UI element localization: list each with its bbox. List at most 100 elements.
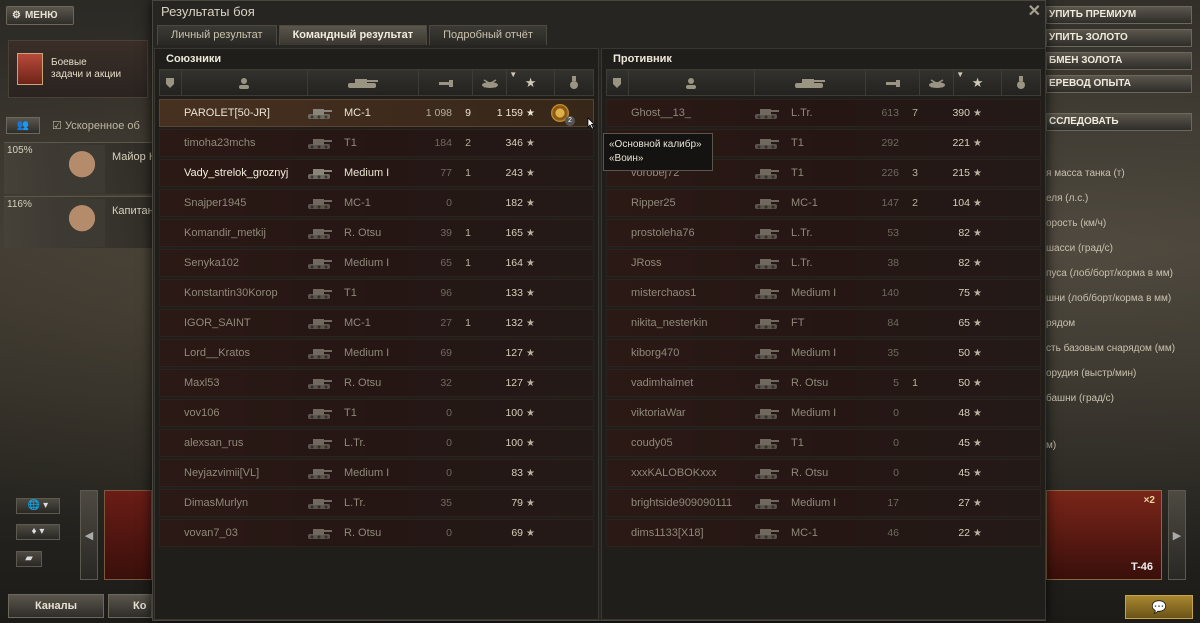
- player-name[interactable]: JRoss: [607, 257, 747, 269]
- table-row[interactable]: dims1133[X18] MC-1 46 22 ★: [606, 519, 1041, 547]
- damage-column-header[interactable]: [866, 70, 921, 95]
- table-row[interactable]: Snajper1945 MC-1 0 182 ★: [159, 189, 594, 217]
- table-row[interactable]: Komandir_metkij R. Otsu 39 1 165 ★: [159, 219, 594, 247]
- table-row[interactable]: IGOR_SAINT MC-1 27 1 132 ★: [159, 309, 594, 337]
- accelerated-training-checkbox[interactable]: ☑ Ускоренное об: [52, 119, 140, 132]
- table-row[interactable]: coudy05 T1 0 45 ★: [606, 429, 1041, 457]
- player-name[interactable]: IGOR_SAINT: [160, 317, 300, 329]
- table-row[interactable]: Neyjazvimii[VL] Medium I 0 83 ★: [159, 459, 594, 487]
- player-name[interactable]: Komandir_metkij: [160, 227, 300, 239]
- tab-detailed-report[interactable]: Подробный отчёт: [429, 25, 547, 45]
- channels-button[interactable]: Каналы: [8, 594, 104, 618]
- filter-toggle-button[interactable]: ▰: [16, 551, 42, 567]
- tank-name: MC-1: [791, 197, 818, 209]
- player-name[interactable]: vov106: [160, 407, 300, 419]
- player-name[interactable]: vovan7_03: [160, 527, 300, 539]
- player-name[interactable]: misterchaos1: [607, 287, 747, 299]
- table-row[interactable]: vadimhalmet R. Otsu 5 1 50 ★: [606, 369, 1041, 397]
- crew-member-card[interactable]: 105% Майор К: [4, 142, 155, 194]
- xp-column-header[interactable]: ▼ ★: [954, 70, 1003, 95]
- table-row[interactable]: Vady_strelok_groznyj Medium I 77 1 243 ★: [159, 159, 594, 187]
- squad-column-header[interactable]: [160, 70, 182, 95]
- tank-column-header[interactable]: [308, 70, 420, 95]
- player-name[interactable]: vadimhalmet: [607, 377, 747, 389]
- type-filter-dropdown[interactable]: ♦ ▾: [16, 524, 60, 540]
- medals-cell[interactable]: 2: [540, 104, 580, 126]
- squad-column-header[interactable]: [607, 70, 629, 95]
- xp-star-icon: ★: [973, 257, 982, 269]
- player-name[interactable]: Ghost__13_: [607, 107, 747, 119]
- medals-column-header[interactable]: [555, 70, 593, 95]
- player-name[interactable]: Ripper25: [607, 197, 747, 209]
- table-row[interactable]: nikita_nesterkin FT 84 65 ★: [606, 309, 1041, 337]
- tank-column-header[interactable]: [755, 70, 867, 95]
- player-name[interactable]: PAROLET[50-JR]: [160, 107, 300, 119]
- globe-filter-dropdown[interactable]: 🌐 ▾: [16, 498, 60, 514]
- kills-column-header[interactable]: [920, 70, 955, 95]
- table-row[interactable]: prostoleha76 L.Tr. 53 82 ★: [606, 219, 1041, 247]
- player-name[interactable]: nikita_nesterkin: [607, 317, 747, 329]
- table-row[interactable]: alexsan_rus L.Tr. 0 100 ★: [159, 429, 594, 457]
- table-row[interactable]: kiborg470 Medium I 35 50 ★: [606, 339, 1041, 367]
- tab-personal-result[interactable]: Личный результат: [157, 25, 277, 45]
- contacts-button[interactable]: Ко: [108, 594, 152, 618]
- chat-button[interactable]: 💬: [1125, 595, 1193, 619]
- player-name[interactable]: DimasMurlyn: [160, 497, 300, 509]
- table-row[interactable]: Ripper25 MC-1 147 2 104 ★: [606, 189, 1041, 217]
- table-row[interactable]: viktoriaWar Medium I 0 48 ★: [606, 399, 1041, 427]
- player-name[interactable]: Maxl53: [160, 377, 300, 389]
- player-column-header[interactable]: [629, 70, 755, 95]
- carousel-next-arrow-icon[interactable]: ▶: [1168, 490, 1186, 580]
- table-row[interactable]: Maxl53 R. Otsu 32 127 ★: [159, 369, 594, 397]
- player-name[interactable]: Vady_strelok_groznyj: [160, 167, 300, 179]
- medal-icon[interactable]: 2: [551, 104, 575, 126]
- table-row[interactable]: vov106 T1 0 100 ★: [159, 399, 594, 427]
- player-name[interactable]: dims1133[X18]: [607, 527, 747, 539]
- tank-name: Medium I: [344, 347, 390, 359]
- table-row[interactable]: vovan7_03 R. Otsu 0 69 ★: [159, 519, 594, 547]
- table-row[interactable]: Konstantin30Korop T1 96 133 ★: [159, 279, 594, 307]
- exchange-gold-button[interactable]: БМЕН ЗОЛОТА: [1046, 52, 1192, 70]
- table-row[interactable]: brightside909090111 Medium I 17 27 ★: [606, 489, 1041, 517]
- carousel-tank-card-t46[interactable]: ×2 T-46: [1046, 490, 1162, 580]
- crew-member-card[interactable]: 116% Капитан: [4, 196, 154, 248]
- player-name[interactable]: xxxKALOBOKxxx: [607, 467, 747, 479]
- tab-team-result[interactable]: Командный результат: [278, 25, 428, 45]
- player-name[interactable]: Senyka102: [160, 257, 300, 269]
- table-row[interactable]: xxxKALOBOKxxx R. Otsu 0 45 ★: [606, 459, 1041, 487]
- player-name[interactable]: Neyjazvimii[VL]: [160, 467, 300, 479]
- buy-premium-button[interactable]: УПИТЬ ПРЕМИУМ: [1046, 6, 1192, 24]
- player-name[interactable]: prostoleha76: [607, 227, 747, 239]
- damage-column-header[interactable]: [419, 70, 474, 95]
- player-name[interactable]: kiborg470: [607, 347, 747, 359]
- research-button[interactable]: ССЛЕДОВАТЬ: [1046, 113, 1192, 131]
- player-name[interactable]: brightside909090111: [607, 497, 747, 509]
- carousel-tank-card[interactable]: [104, 490, 152, 580]
- convert-xp-button[interactable]: ЕРЕВОД ОПЫТА: [1046, 75, 1192, 93]
- carousel-prev-arrow-icon[interactable]: ◀: [80, 490, 98, 580]
- crew-toggle-button[interactable]: 👥: [6, 117, 40, 134]
- table-row[interactable]: PAROLET[50-JR] MC-1 1 098 9 1 159 ★ 2: [159, 99, 594, 127]
- player-name[interactable]: viktoriaWar: [607, 407, 747, 419]
- player-name[interactable]: alexsan_rus: [160, 437, 300, 449]
- xp-column-header[interactable]: ▼ ★: [507, 70, 556, 95]
- player-name[interactable]: Konstantin30Korop: [160, 287, 300, 299]
- table-row[interactable]: JRoss L.Tr. 38 82 ★: [606, 249, 1041, 277]
- table-row[interactable]: Ghost__13_ L.Tr. 613 7 390 ★: [606, 99, 1041, 127]
- table-row[interactable]: Lord__Kratos Medium I 69 127 ★: [159, 339, 594, 367]
- player-name[interactable]: Snajper1945: [160, 197, 300, 209]
- player-column-header[interactable]: [182, 70, 308, 95]
- player-name[interactable]: timoha23mchs: [160, 137, 300, 149]
- missions-button[interactable]: Боевые задачи и акции: [8, 40, 148, 98]
- table-row[interactable]: timoha23mchs T1 184 2 346 ★: [159, 129, 594, 157]
- kills-column-header[interactable]: [473, 70, 508, 95]
- menu-button[interactable]: ⚙ МЕНЮ: [6, 6, 74, 25]
- player-name[interactable]: coudy05: [607, 437, 747, 449]
- table-row[interactable]: DimasMurlyn L.Tr. 35 79 ★: [159, 489, 594, 517]
- table-row[interactable]: misterchaos1 Medium I 140 75 ★: [606, 279, 1041, 307]
- player-name[interactable]: Lord__Kratos: [160, 347, 300, 359]
- table-row[interactable]: Senyka102 Medium I 65 1 164 ★: [159, 249, 594, 277]
- close-icon[interactable]: ✕: [1028, 1, 1041, 21]
- buy-gold-button[interactable]: УПИТЬ ЗОЛОТО: [1046, 29, 1192, 47]
- medals-column-header[interactable]: [1002, 70, 1040, 95]
